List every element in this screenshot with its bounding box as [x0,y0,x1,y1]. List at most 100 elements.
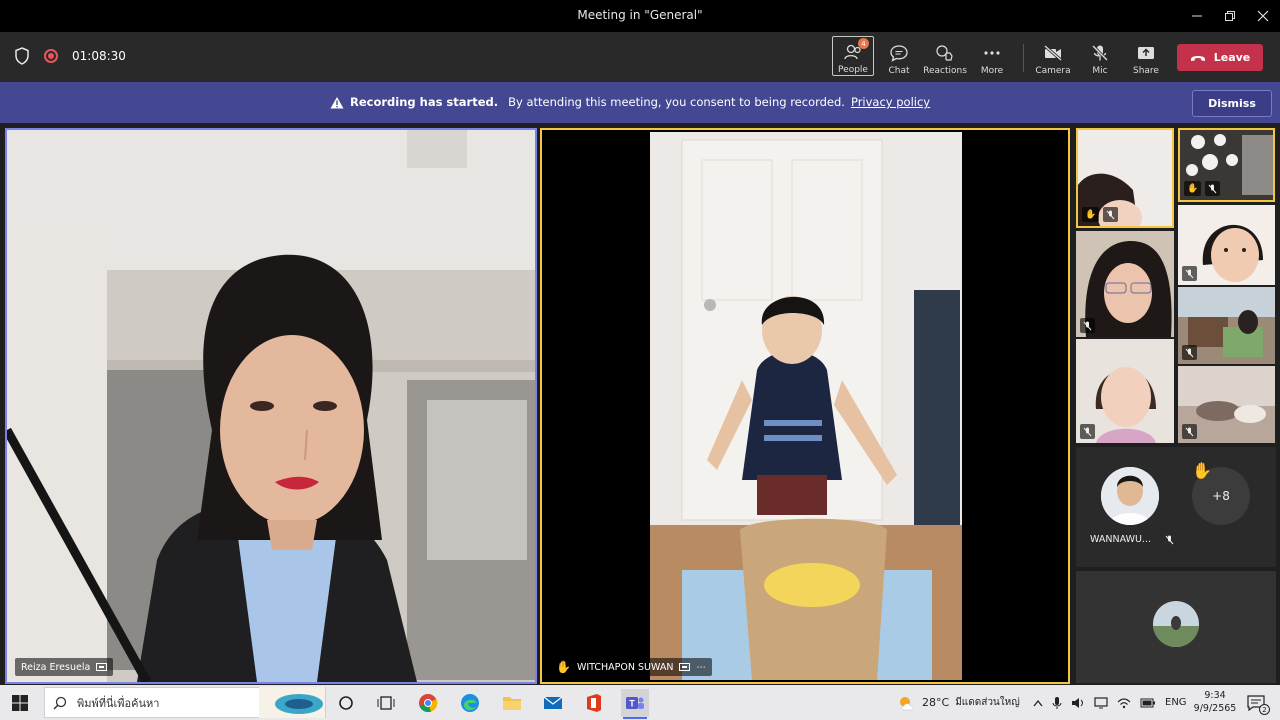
share-label: Share [1133,66,1159,76]
wifi-icon[interactable] [1117,697,1131,709]
more-label: More [980,66,1004,76]
active-app-indicator [623,717,647,719]
tile-status: ✋ [1184,181,1221,196]
participant-more-button[interactable]: ⋯ [696,662,706,673]
clock-time: 9:34 [1204,690,1226,701]
edge-app[interactable] [456,689,484,717]
raised-hand-icon: ✋ [1192,461,1212,480]
clock-date: 9/9/2565 [1193,703,1237,714]
restore-icon [1225,11,1235,21]
notification-center[interactable]: 2 [1242,689,1270,717]
dismiss-button[interactable]: Dismiss [1192,90,1272,117]
muted-mic-icon [1182,266,1197,281]
mic-off-icon [1091,44,1109,62]
muted-mic-icon [1182,424,1197,439]
display-icon[interactable] [1094,696,1108,709]
mail-app[interactable] [539,689,567,717]
toolbar-divider [1023,44,1024,72]
svg-text:T: T [629,699,635,709]
share-button[interactable]: Share [1125,36,1167,76]
task-view-icon [377,696,395,710]
reactions-label: Reactions [923,66,967,76]
teams-app[interactable]: T [621,689,649,717]
avatar-name-row: WANNAWU... [1090,534,1174,545]
participant-avatar[interactable] [1101,467,1159,525]
camera-button[interactable]: Camera [1032,36,1074,76]
avatar-photo [1101,467,1159,525]
reactions-icon [936,45,953,61]
taskbar-clock[interactable]: 9:34 9/9/2565 [1193,689,1237,715]
tile-status [1182,345,1197,360]
recording-icon [44,49,58,63]
chrome-app[interactable] [414,689,442,717]
share-icon [1138,47,1154,59]
search-icon [53,696,67,710]
task-view-button[interactable] [332,689,360,717]
raised-hand-icon: ✋ [1184,181,1202,196]
video-tile-reiza[interactable]: Reiza Eresuela [5,128,537,684]
leave-label: Leave [1213,51,1251,64]
reactions-button[interactable]: Reactions [923,36,967,76]
self-avatar-photo [1153,601,1199,647]
privacy-policy-link[interactable]: Privacy policy [851,95,930,109]
close-button[interactable] [1246,0,1280,32]
title-bar: Meeting in "General" [0,0,1280,32]
video-tile-small-1[interactable]: ✋ [1076,128,1174,228]
people-button[interactable]: 4 People [832,36,874,76]
mic-label: Mic [1092,66,1108,76]
self-view-area [1076,571,1276,683]
maximize-button[interactable] [1213,0,1247,32]
microphone-icon[interactable] [1052,696,1062,710]
self-avatar[interactable] [1153,601,1199,647]
video-tile-small-6[interactable] [1178,287,1275,364]
video-tile-witchapon[interactable]: ✋ WITCHAPON SUWAN ⋯ [540,128,1070,684]
file-explorer-app[interactable] [498,689,526,717]
muted-mic-icon [1165,535,1174,544]
video-tile-small-7[interactable] [1178,366,1275,443]
meeting-status: 01:08:30 [14,47,126,65]
video-tile-small-2[interactable]: ✋ [1178,128,1275,202]
shield-icon[interactable] [14,47,30,65]
participant-name: WITCHAPON SUWAN [576,661,674,673]
taskbar-search[interactable]: พิมพ์ที่นี่เพื่อค้นหา [44,687,326,718]
video-tile-small-5[interactable] [1076,339,1174,443]
recording-banner: Recording has started. By attending this… [0,82,1280,123]
chrome-icon [419,694,438,713]
meeting-timer: 01:08:30 [72,49,126,63]
input-language[interactable]: ENG [1165,697,1187,708]
weather-widget[interactable]: 28°C มีแดดส่วนใหญ่ [898,685,1020,720]
start-button[interactable] [6,689,34,717]
office-app[interactable] [580,689,608,717]
muted-mic-icon [1080,424,1095,439]
speaker-icon[interactable] [1071,697,1085,709]
cortana-icon [339,696,353,710]
task-view-app[interactable] [372,689,400,717]
battery-icon[interactable] [1140,698,1156,708]
minimize-button[interactable] [1180,0,1214,32]
tile-status: ✋ [1082,207,1119,222]
weather-temp: 28°C [922,696,950,709]
windows-icon [12,695,28,711]
raised-hand-icon: ✋ [556,660,571,674]
weather-text: มีแดดส่วนใหญ่ [955,697,1020,708]
mail-icon [543,696,563,709]
windows-taskbar: พิมพ์ที่นี่เพื่อค้นหา T 28°C มีแดดส่วนให… [0,685,1280,720]
chevron-up-icon[interactable] [1033,699,1043,707]
people-count-badge: 4 [858,38,869,49]
raised-hand-icon: ✋ [1082,207,1100,222]
participant-name: Reiza Eresuela [21,661,91,673]
minimize-icon [1192,15,1202,17]
leave-button[interactable]: Leave [1177,44,1263,71]
muted-mic-icon [1103,207,1119,222]
chat-button[interactable]: Chat [878,36,920,76]
camera-off-icon [1044,44,1062,62]
tile-status [1182,266,1197,281]
video-tile-small-3[interactable] [1076,231,1174,337]
tile-status [1080,424,1095,439]
screen-share-icon [96,662,108,671]
recording-message: By attending this meeting, you consent t… [508,95,845,109]
video-tile-small-4[interactable] [1178,205,1275,285]
muted-mic-icon [1080,318,1095,333]
mic-button[interactable]: Mic [1079,36,1121,76]
more-button[interactable]: More [971,36,1013,76]
